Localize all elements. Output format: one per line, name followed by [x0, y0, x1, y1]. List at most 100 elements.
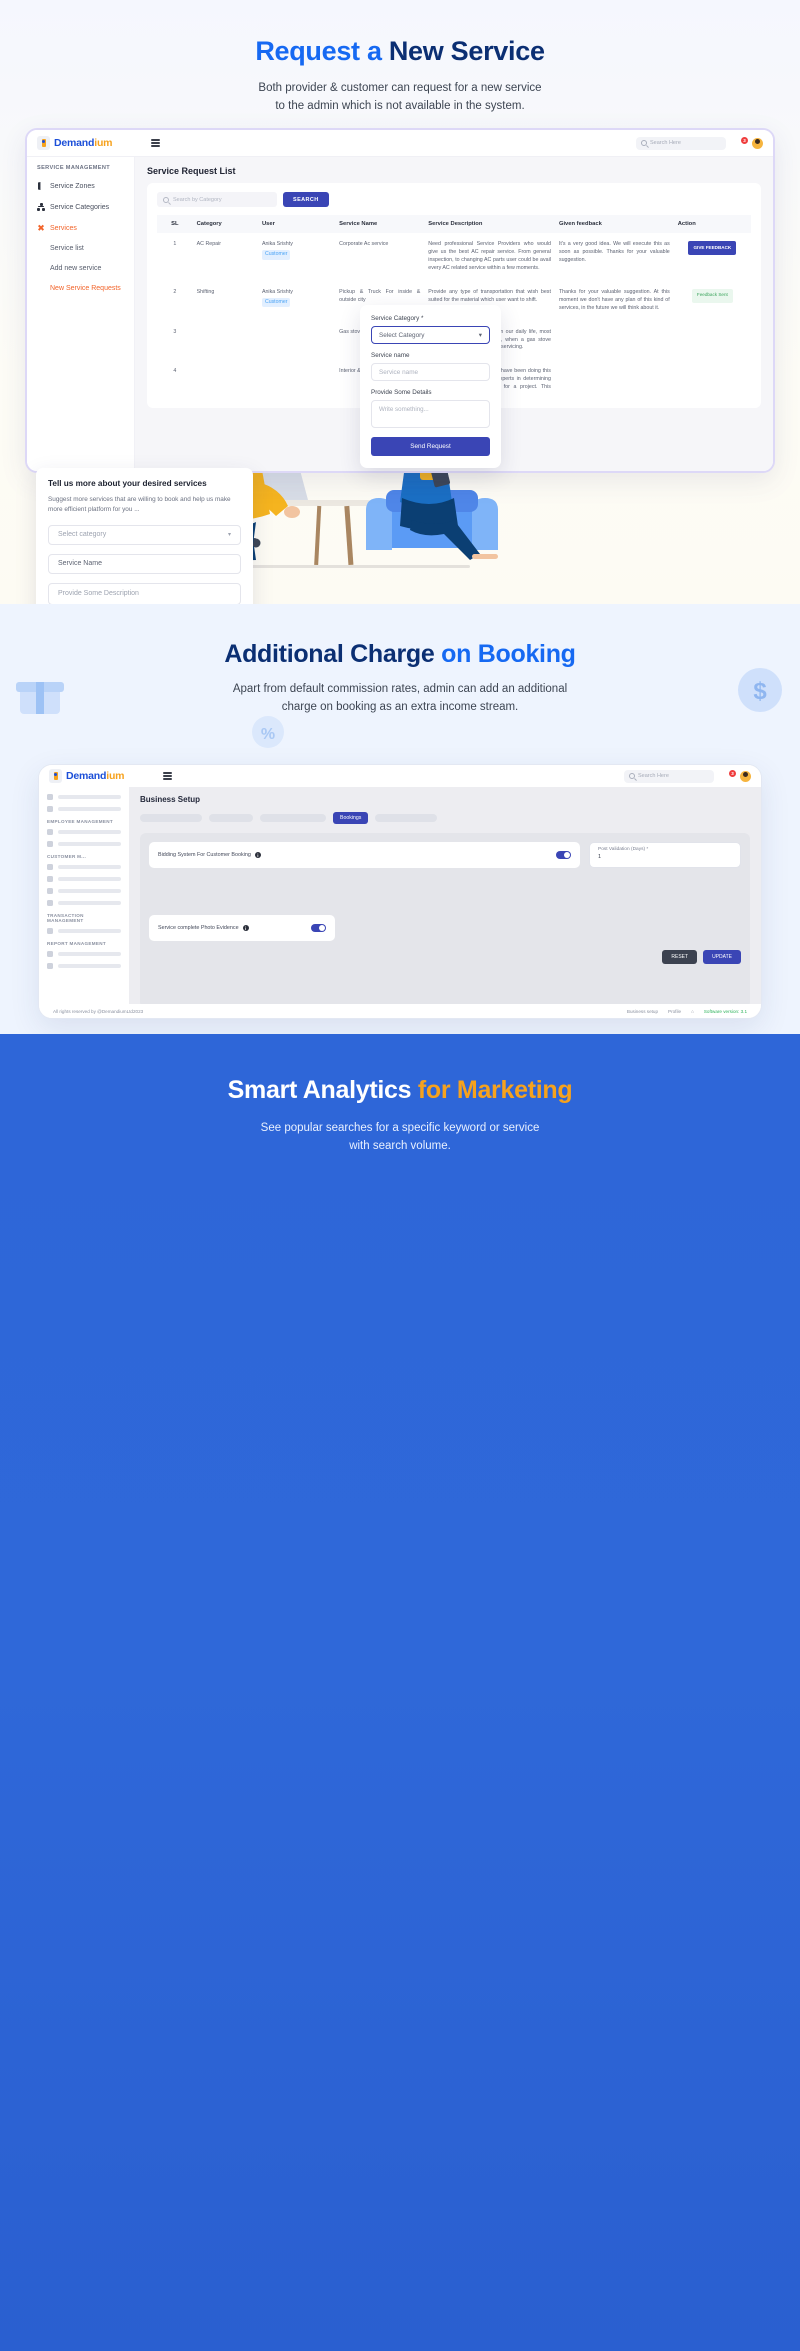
- percent-icon-decor: %: [252, 716, 284, 748]
- cell-feedback: It's a very good idea. We will execute t…: [558, 241, 670, 263]
- table-search-row: Search by Category SEARCH: [157, 192, 751, 207]
- feedback-sent-badge: Feedback Sent: [691, 288, 733, 303]
- sidebar-placeholder-bar: [58, 842, 121, 846]
- avatar[interactable]: [752, 137, 763, 149]
- sidebar-item-services[interactable]: ✖ Services: [37, 223, 134, 232]
- cell-description: Need professional Service Providers who …: [428, 241, 551, 271]
- tab-placeholder[interactable]: [375, 814, 438, 822]
- col-user: User: [257, 215, 336, 233]
- sidebar-placeholder-bar: [58, 865, 121, 869]
- cell-category: [193, 321, 258, 361]
- cell-user: Anika Srishty Customer: [258, 233, 335, 281]
- sidebar-item[interactable]: [47, 928, 121, 934]
- cell-category: [193, 360, 258, 408]
- sidebar-item[interactable]: [47, 794, 121, 800]
- search-button[interactable]: SEARCH: [283, 192, 329, 207]
- section-smart-analytics: Smart Analytics for Marketing See popula…: [0, 1034, 800, 2351]
- info-icon[interactable]: i: [254, 852, 261, 858]
- report-icon: [47, 963, 53, 969]
- sidebar-item[interactable]: [47, 951, 121, 957]
- section-additional-charge: $ % Additional Charge on Booking Apart f…: [0, 604, 800, 1034]
- sidebar-item-service-zones[interactable]: Service Zones: [37, 182, 134, 190]
- section3-subtitle-line2: with search volume.: [349, 1140, 451, 1153]
- sidebar-item[interactable]: [47, 900, 121, 906]
- sidebar-subitem-new-service-requests[interactable]: New Service Requests: [50, 285, 134, 292]
- update-button[interactable]: UPDATE: [703, 950, 741, 964]
- dashboard-topbar: Demandium Search Here 3: [27, 130, 773, 157]
- sidebar-item[interactable]: [47, 864, 121, 870]
- cell-sl: 3: [173, 328, 177, 335]
- section3-title: Smart Analytics for Marketing: [0, 1034, 800, 1105]
- service-category-modal: Service Category * Select Category ▾ Ser…: [360, 305, 501, 468]
- modal-send-request-button[interactable]: Send Request: [371, 437, 490, 456]
- post-validation-field[interactable]: Post Validation (Days) * 1: [589, 842, 741, 868]
- notification-badge: 3: [741, 136, 748, 144]
- tab-bookings[interactable]: Bookings: [333, 812, 369, 824]
- service-category-select[interactable]: Select Category ▾: [371, 326, 490, 344]
- cell-action: [674, 360, 751, 408]
- cell-user: [258, 321, 335, 361]
- sidebar-placeholder-bar: [58, 901, 121, 905]
- service-name-input[interactable]: Service Name: [48, 553, 241, 574]
- footer-link-business-setup[interactable]: Business setup: [627, 1009, 658, 1014]
- sidebar-item[interactable]: [47, 841, 121, 847]
- tab-bar: Bookings: [140, 812, 750, 824]
- service-description-input[interactable]: Provide Some Description: [48, 582, 241, 604]
- cell-sl: 2: [173, 288, 177, 295]
- dashboard-mock-business-setup: Demandium Search Here 3 EMPLOYEE MANAGEM…: [38, 764, 762, 1019]
- global-search-input[interactable]: Search Here: [636, 136, 726, 150]
- brand-logo[interactable]: Demandium: [49, 769, 159, 783]
- home-icon[interactable]: ⌂: [691, 1009, 694, 1014]
- sidebar-item[interactable]: [47, 876, 121, 882]
- tab-placeholder[interactable]: [140, 814, 202, 822]
- chevron-down-icon: ▾: [478, 332, 482, 339]
- section-request-new-service: Request a New Service Both provider & cu…: [0, 0, 800, 604]
- reset-button[interactable]: RESET: [662, 950, 698, 964]
- hamburger-menu-icon[interactable]: [151, 139, 160, 147]
- tab-placeholder[interactable]: [260, 814, 326, 822]
- sidebar: SERVICE MANAGEMENT Service Zones Service…: [27, 157, 135, 471]
- dashboard2-main: Business Setup Bookings Bidding System F…: [129, 787, 761, 1018]
- chevron-down-icon: ▾: [227, 532, 231, 538]
- cell-action: [674, 321, 751, 361]
- sidebar-section-header: SERVICE MANAGEMENT: [37, 165, 111, 171]
- money-icon-decor: $: [738, 668, 782, 712]
- service-name-field[interactable]: Service name: [371, 363, 490, 381]
- hamburger-menu-icon[interactable]: [163, 772, 172, 780]
- section2-title-part1: Additional Charge: [224, 640, 442, 668]
- service-details-textarea[interactable]: Write something...: [371, 400, 490, 428]
- settings-panel: Bidding System For Customer Booking i Pos…: [140, 833, 750, 1008]
- logo-mark-icon: [49, 769, 62, 783]
- avatar[interactable]: [740, 770, 751, 782]
- select-category-dropdown[interactable]: Select category ▾: [48, 524, 241, 545]
- gear-icon: [47, 888, 53, 894]
- brand-logo[interactable]: Demandium: [37, 136, 147, 150]
- plus-icon: [47, 841, 53, 847]
- global-search-input[interactable]: Search Here: [624, 769, 714, 783]
- tab-placeholder[interactable]: [209, 814, 253, 822]
- sidebar-item[interactable]: [47, 963, 121, 969]
- notification-badge: 3: [729, 769, 736, 777]
- sidebar-item[interactable]: [47, 829, 121, 835]
- sidebar-item[interactable]: [47, 888, 121, 894]
- bidding-system-toggle[interactable]: [556, 851, 571, 859]
- notifications-button[interactable]: 3: [735, 136, 748, 148]
- sidebar-item[interactable]: [47, 806, 121, 812]
- bidding-system-row: Bidding System For Customer Booking i: [149, 842, 580, 868]
- sidebar-subitem-add-new-service[interactable]: Add new service: [50, 265, 134, 272]
- sidebar-item-service-categories[interactable]: Service Categories: [37, 203, 134, 211]
- give-feedback-button[interactable]: GIVE FEEDBACK: [688, 241, 737, 255]
- category-search-input[interactable]: Search by Category: [157, 192, 277, 207]
- section1-title-part1: Request a: [255, 36, 389, 66]
- photo-evidence-toggle[interactable]: [311, 924, 326, 932]
- sidebar-subitem-service-list[interactable]: Service list: [50, 245, 134, 252]
- footer-link-profile[interactable]: Profile: [668, 1009, 681, 1014]
- post-validation-value: 1: [598, 854, 602, 860]
- info-icon[interactable]: i: [242, 925, 249, 931]
- chart-icon: [47, 951, 53, 957]
- notifications-button[interactable]: 3: [723, 769, 736, 781]
- section2-title-part2: on Booking: [441, 640, 576, 668]
- sidebar-section-header: TRANSACTION MANAGEMENT: [47, 913, 84, 923]
- search-icon: [629, 773, 635, 779]
- sidebar-section-header: REPORT MANAGEMENT: [47, 941, 106, 946]
